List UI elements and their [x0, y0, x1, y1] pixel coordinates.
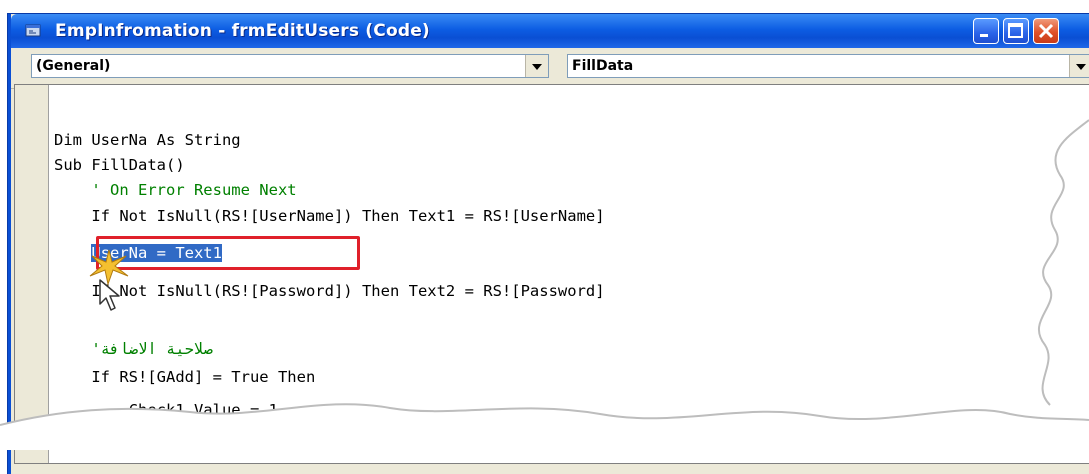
window-title: EmpInfromation - frmEditUsers (Code)	[55, 21, 430, 41]
procedure-combo[interactable]: FillData	[567, 54, 1089, 78]
combo-bar: (General) FillData	[11, 48, 1089, 89]
object-combo-value: (General)	[36, 58, 111, 74]
minimize-button[interactable]	[973, 18, 999, 44]
code-line[interactable]: Sub FillData()	[54, 153, 185, 177]
code-line[interactable]: If Not IsNull(RS![UserName]) Then Text1 …	[54, 204, 604, 228]
title-bar[interactable]: EmpInfromation - frmEditUsers (Code)	[11, 14, 1089, 48]
code-line[interactable]: If RS![GAdd] = True Then	[54, 365, 315, 389]
code-window-icon	[25, 24, 41, 37]
chevron-down-icon[interactable]	[525, 55, 548, 77]
procedure-combo-value: FillData	[572, 58, 634, 74]
close-icon	[1038, 23, 1054, 39]
code-line-comment[interactable]: 'صلاحية الاضافة	[54, 337, 212, 361]
code-line[interactable]: If Not IsNull(RS![Password]) Then Text2 …	[54, 279, 604, 303]
chevron-down-icon[interactable]	[1069, 55, 1089, 77]
close-button[interactable]	[1033, 18, 1059, 44]
maximize-button[interactable]	[1003, 18, 1029, 44]
code-line-comment[interactable]: ' On Error Resume Next	[54, 178, 296, 202]
editor-margin[interactable]	[15, 85, 49, 463]
minimize-icon	[980, 34, 988, 37]
code-line[interactable]: Check1.Value = 1	[54, 398, 278, 422]
code-line[interactable]: Dim UserNa As String	[54, 128, 241, 152]
maximize-icon	[1008, 23, 1023, 38]
object-combo[interactable]: (General)	[31, 54, 549, 78]
mouse-pointer-icon	[99, 279, 120, 311]
highlight-box	[96, 236, 360, 270]
